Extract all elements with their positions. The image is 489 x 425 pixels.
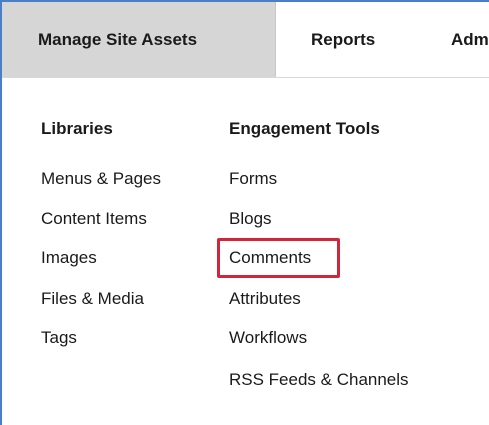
menu-item-workflows[interactable]: Workflows [229,328,307,348]
tab-admin[interactable]: Adm [451,2,489,77]
engagement-tools-heading: Engagement Tools [229,119,380,138]
menu-item-tags[interactable]: Tags [41,328,77,348]
menu-item-images[interactable]: Images [41,248,97,268]
tab-manage-site-assets[interactable]: Manage Site Assets [2,2,276,77]
menu-item-attributes[interactable]: Attributes [229,289,301,309]
menu-item-files-media[interactable]: Files & Media [41,289,144,309]
menu-item-content-items[interactable]: Content Items [41,209,147,229]
menu-item-blogs[interactable]: Blogs [229,209,272,229]
menu-item-comments[interactable]: Comments [229,248,311,268]
libraries-heading: Libraries [41,119,113,138]
tab-reports[interactable]: Reports [311,2,375,77]
menu-item-rss-feeds-channels[interactable]: RSS Feeds & Channels [229,370,409,390]
top-nav-tabs: Manage Site Assets Reports Adm [2,2,489,78]
menu-item-forms[interactable]: Forms [229,169,277,189]
app-frame: Manage Site Assets Reports Adm Libraries… [0,0,489,425]
menu-item-menus-pages[interactable]: Menus & Pages [41,169,161,189]
